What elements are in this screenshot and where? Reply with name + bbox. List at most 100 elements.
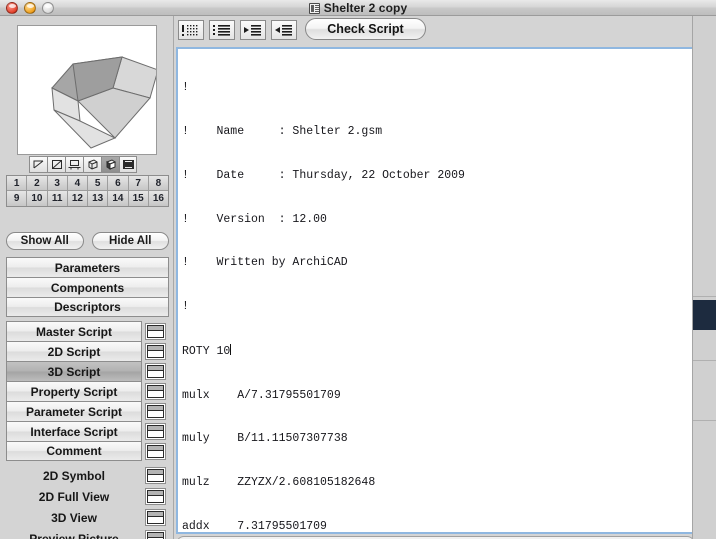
layer-row-1: 1 2 3 4 5 6 7 8	[7, 176, 168, 191]
left-sidebar: 1 2 3 4 5 6 7 8 9 10 11 12 13 14 15 16 S…	[0, 16, 174, 539]
view-row-3d: 3D View	[6, 507, 169, 528]
layer-button-8[interactable]: 8	[148, 176, 168, 191]
2d-full-view-label: 2D Full View	[38, 489, 110, 504]
code-line: addx 7.31795501709	[182, 520, 327, 533]
property-script-button[interactable]: Property Script	[6, 381, 142, 401]
check-syntax-icon[interactable]	[178, 20, 204, 40]
layer-button-7[interactable]: 7	[128, 176, 149, 191]
layer-button-9[interactable]: 9	[7, 191, 28, 206]
shelter-model-svg	[51, 56, 156, 149]
app-window: Shelter 2 copy 1 2 3 4 5 6 7 8 9 10 11 1…	[0, 0, 716, 539]
open-window-icon[interactable]	[145, 467, 166, 484]
3d-script-button[interactable]: 3D Script	[6, 361, 142, 381]
view-list: 2D Symbol 2D Full View 3D View Preview P…	[6, 465, 169, 539]
layer-button-15[interactable]: 15	[128, 191, 149, 206]
layer-button-13[interactable]: 13	[88, 191, 109, 206]
layer-button-5[interactable]: 5	[88, 176, 109, 191]
wireframe-cube-icon[interactable]	[83, 156, 101, 173]
script-editor[interactable]: ! ! Name : Shelter 2.gsm ! Date : Thursd…	[176, 47, 695, 534]
code-line: ROTY 10	[182, 344, 231, 358]
3d-view-window-cell[interactable]	[142, 509, 169, 526]
code-line: !	[182, 300, 189, 314]
indent-left-icon[interactable]	[271, 20, 297, 40]
script-row-2d: 2D Script	[6, 341, 169, 361]
ground-plane-icon[interactable]	[65, 156, 83, 173]
2d-script-button[interactable]: 2D Script	[6, 341, 142, 361]
open-window-icon[interactable]	[145, 382, 166, 400]
layer-button-1[interactable]: 1	[7, 176, 28, 191]
3d-script-window-cell[interactable]	[142, 361, 169, 381]
window-title-group: Shelter 2 copy	[0, 0, 716, 16]
2d-full-view-window-cell[interactable]	[142, 488, 169, 505]
components-button[interactable]: Components	[6, 277, 169, 297]
layer-button-6[interactable]: 6	[108, 176, 129, 191]
2d-symbol-window-cell[interactable]	[142, 467, 169, 484]
layer-button-10[interactable]: 10	[27, 191, 48, 206]
code-line: mulx A/7.31795501709	[182, 388, 341, 402]
open-window-icon[interactable]	[145, 402, 166, 420]
parameter-script-window-cell[interactable]	[142, 401, 169, 421]
comment-button[interactable]: Comment	[6, 441, 142, 461]
property-script-window-cell[interactable]	[142, 381, 169, 401]
script-row-master: Master Script	[6, 321, 169, 341]
background-window-strip	[693, 300, 716, 330]
window-title: Shelter 2 copy	[323, 1, 408, 15]
layer-button-3[interactable]: 3	[47, 176, 68, 191]
code-line: ! Version : 12.00	[182, 212, 327, 226]
descriptors-button[interactable]: Descriptors	[6, 297, 169, 317]
shaded-cube-icon[interactable]	[101, 156, 119, 173]
text-caret	[230, 343, 232, 355]
3d-model-preview[interactable]	[17, 25, 157, 155]
editor-pane: Check Script ! ! Name : Shelter 2.gsm ! …	[174, 16, 716, 539]
gdl-object-icon	[308, 2, 320, 14]
layer-button-4[interactable]: 4	[67, 176, 88, 191]
interface-script-button[interactable]: Interface Script	[6, 421, 142, 441]
script-list: Master Script 2D Script 3D Script Proper…	[6, 321, 169, 461]
layer-button-16[interactable]: 16	[148, 191, 168, 206]
script-row-comment: Comment	[6, 441, 169, 461]
open-window-icon[interactable]	[145, 488, 166, 505]
wireframe-line-icon[interactable]	[29, 156, 47, 173]
window-body: 1 2 3 4 5 6 7 8 9 10 11 12 13 14 15 16 S…	[0, 16, 716, 539]
master-script-window-cell[interactable]	[142, 321, 169, 341]
script-row-3d: 3D Script	[6, 361, 169, 381]
open-window-icon[interactable]	[145, 530, 166, 539]
layer-button-14[interactable]: 14	[108, 191, 129, 206]
open-window-icon[interactable]	[145, 509, 166, 526]
script-text[interactable]: ! ! Name : Shelter 2.gsm ! Date : Thursd…	[182, 52, 693, 533]
script-row-parameter: Parameter Script	[6, 401, 169, 421]
format-list-icon[interactable]	[209, 20, 235, 40]
layer-button-12[interactable]: 12	[67, 191, 88, 206]
open-window-icon[interactable]	[145, 322, 166, 340]
parameter-script-button[interactable]: Parameter Script	[6, 401, 142, 421]
show-hide-group: Show All Hide All	[6, 232, 169, 250]
check-script-button[interactable]: Check Script	[305, 18, 426, 40]
hide-all-button[interactable]: Hide All	[91, 232, 169, 250]
code-line: !	[182, 81, 189, 95]
open-window-icon[interactable]	[145, 422, 166, 440]
editor-toolbar: Check Script	[174, 16, 716, 50]
indent-right-icon[interactable]	[240, 20, 266, 40]
view-row-2d-full: 2D Full View	[6, 486, 169, 507]
preview-picture-label: Preview Picture	[29, 531, 119, 539]
layer-button-2[interactable]: 2	[27, 176, 48, 191]
interface-script-window-cell[interactable]	[142, 421, 169, 441]
hidden-line-icon[interactable]	[47, 156, 65, 173]
open-window-icon[interactable]	[145, 442, 166, 460]
code-line: ! Written by ArchiCAD	[182, 256, 348, 270]
code-line-with-caret: ROTY 10	[182, 343, 693, 360]
master-script-button[interactable]: Master Script	[6, 321, 142, 341]
open-window-icon[interactable]	[145, 362, 166, 380]
layer-button-11[interactable]: 11	[47, 191, 68, 206]
open-window-icon[interactable]	[145, 342, 166, 360]
preview-picture-window-cell[interactable]	[142, 530, 169, 539]
comment-window-cell[interactable]	[142, 441, 169, 461]
parameters-button[interactable]: Parameters	[6, 257, 169, 277]
film-strip-icon[interactable]	[119, 156, 137, 173]
3d-view-label: 3D View	[51, 510, 97, 525]
2d-script-window-cell[interactable]	[142, 341, 169, 361]
show-all-button[interactable]: Show All	[6, 232, 84, 250]
code-line: muly B/11.11507307738	[182, 432, 348, 446]
2d-symbol-label: 2D Symbol	[42, 468, 105, 483]
code-line: ! Date : Thursday, 22 October 2009	[182, 168, 465, 182]
